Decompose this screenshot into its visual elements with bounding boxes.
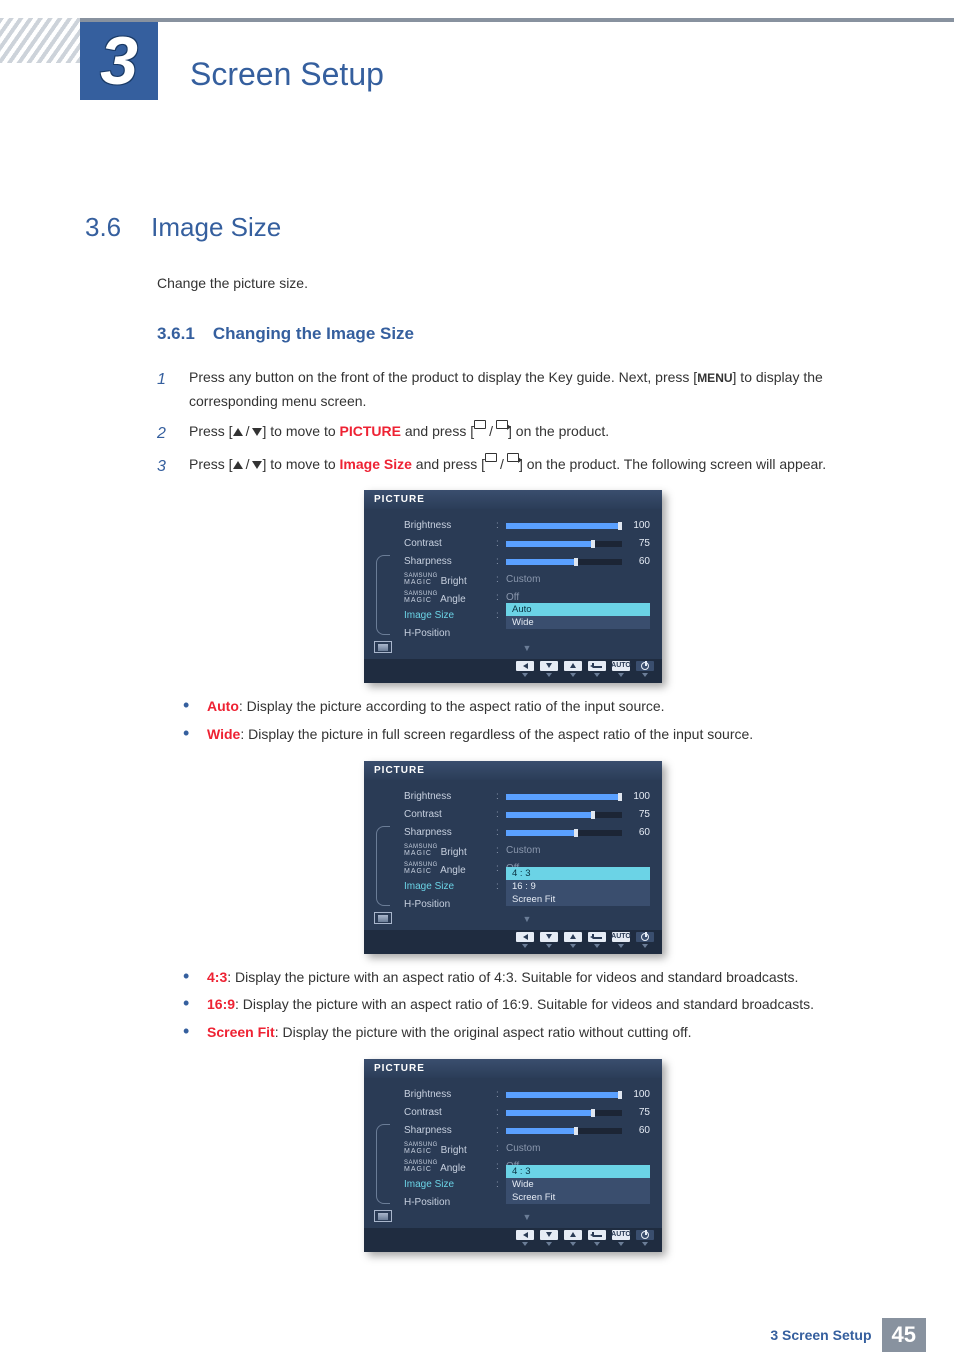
osd-btn-up [562, 661, 584, 677]
footer-page-number: 45 [882, 1318, 926, 1352]
menu-keyword: MENU [697, 371, 732, 385]
bullet-screen-fit: •Screen Fit: Display the picture with th… [183, 1021, 869, 1045]
chapter-number-block: 3 [80, 22, 158, 100]
step-number: 2 [157, 420, 175, 447]
osd-btn-auto: AUTO [610, 661, 632, 677]
chapter-number: 3 [100, 27, 138, 95]
osd-row-h-position: H-Position [404, 627, 650, 641]
step-2: 2 Press [/] to move to PICTURE and press… [157, 420, 869, 447]
options-list-b: •4:3: Display the picture with an aspect… [183, 966, 869, 1045]
screen-icon [374, 912, 392, 924]
osd-screenshot-1: PICTURE Brightness:100 Contrast:75 Sharp… [364, 490, 662, 683]
osd-btn-left [514, 661, 536, 677]
source-enter-icon: / [485, 453, 519, 477]
source-enter-icon: / [474, 420, 508, 444]
up-down-icon: / [233, 453, 263, 477]
step-3: 3 Press [/] to move to Image Size and pr… [157, 453, 869, 480]
page-footer: 3 Screen Setup 45 [770, 1318, 926, 1352]
osd-option-4-3: 4 : 3 [506, 1165, 650, 1178]
osd-option-wide: Wide [506, 1178, 650, 1191]
osd-more-icon: ▼ [404, 643, 650, 653]
step-text: Press [ [189, 423, 233, 439]
osd-row-brightness: Brightness:100 [404, 519, 650, 533]
header-divider [80, 18, 954, 22]
footer-chapter-label: 3 Screen Setup [770, 1327, 871, 1343]
step-text: ] to move to [262, 456, 339, 472]
section-number: 3.6 [85, 212, 121, 243]
osd-row-sharpness: Sharpness:60 [404, 555, 650, 569]
subsection-title: Changing the Image Size [213, 324, 414, 344]
step-number: 1 [157, 366, 175, 414]
up-down-icon: / [233, 420, 263, 444]
osd-screenshot-3: PICTURE Brightness:100 Contrast:75 Sharp… [364, 1059, 662, 1252]
subsection-header: 3.6.1 Changing the Image Size [157, 324, 869, 344]
osd-row-contrast: Contrast:75 [404, 537, 650, 551]
osd-option-16-9: 16 : 9 [506, 880, 650, 893]
screen-icon [374, 1210, 392, 1222]
chapter-title: Screen Setup [190, 56, 384, 93]
section-header: 3.6 Image Size [85, 212, 869, 243]
osd-title: PICTURE [364, 490, 662, 509]
step-text: Press [ [189, 456, 233, 472]
step-body: Press [/] to move to Image Size and pres… [189, 453, 869, 480]
osd-left-gutter [372, 790, 394, 924]
bullet-auto: •Auto: Display the picture according to … [183, 695, 869, 719]
options-list-a: •Auto: Display the picture according to … [183, 695, 869, 747]
osd-btn-down [538, 661, 560, 677]
osd-footer: AUTO [364, 659, 662, 683]
osd-option-4-3: 4 : 3 [506, 867, 650, 880]
osd-title: PICTURE [364, 761, 662, 780]
step-text: and press [ [412, 456, 485, 472]
step-number: 3 [157, 453, 175, 480]
step-1: 1 Press any button on the front of the p… [157, 366, 869, 414]
osd-btn-enter [586, 661, 608, 677]
osd-left-gutter [372, 519, 394, 653]
subsection-number: 3.6.1 [157, 324, 195, 344]
step-text: ] on the product. [508, 423, 609, 439]
osd-option-auto: Auto [506, 603, 650, 616]
osd-title: PICTURE [364, 1059, 662, 1078]
osd-btn-power [634, 661, 656, 677]
step-text: ] on the product. The following screen w… [519, 456, 826, 472]
image-size-keyword: Image Size [340, 456, 412, 472]
step-text: Press any button on the front of the pro… [189, 369, 697, 385]
osd-row-image-size: Image Size:AutoWide [404, 609, 650, 623]
picture-keyword: PICTURE [340, 423, 401, 439]
bullet-16-9: •16:9: Display the picture with an aspec… [183, 993, 869, 1017]
decorative-stripes [0, 18, 80, 63]
osd-row-magic-bright: SAMSUNGMAGIC Bright:Custom [404, 573, 650, 587]
osd-left-gutter [372, 1088, 394, 1222]
osd-screenshot-2: PICTURE Brightness:100 Contrast:75 Sharp… [364, 761, 662, 954]
step-body: Press [/] to move to PICTURE and press [… [189, 420, 869, 447]
section-lead: Change the picture size. [157, 273, 869, 294]
bullet-4-3: •4:3: Display the picture with an aspect… [183, 966, 869, 990]
step-body: Press any button on the front of the pro… [189, 366, 869, 414]
screen-icon [374, 641, 392, 653]
section-title: Image Size [151, 212, 281, 243]
step-text: ] to move to [262, 423, 339, 439]
bullet-wide: •Wide: Display the picture in full scree… [183, 723, 869, 747]
step-text: and press [ [401, 423, 474, 439]
